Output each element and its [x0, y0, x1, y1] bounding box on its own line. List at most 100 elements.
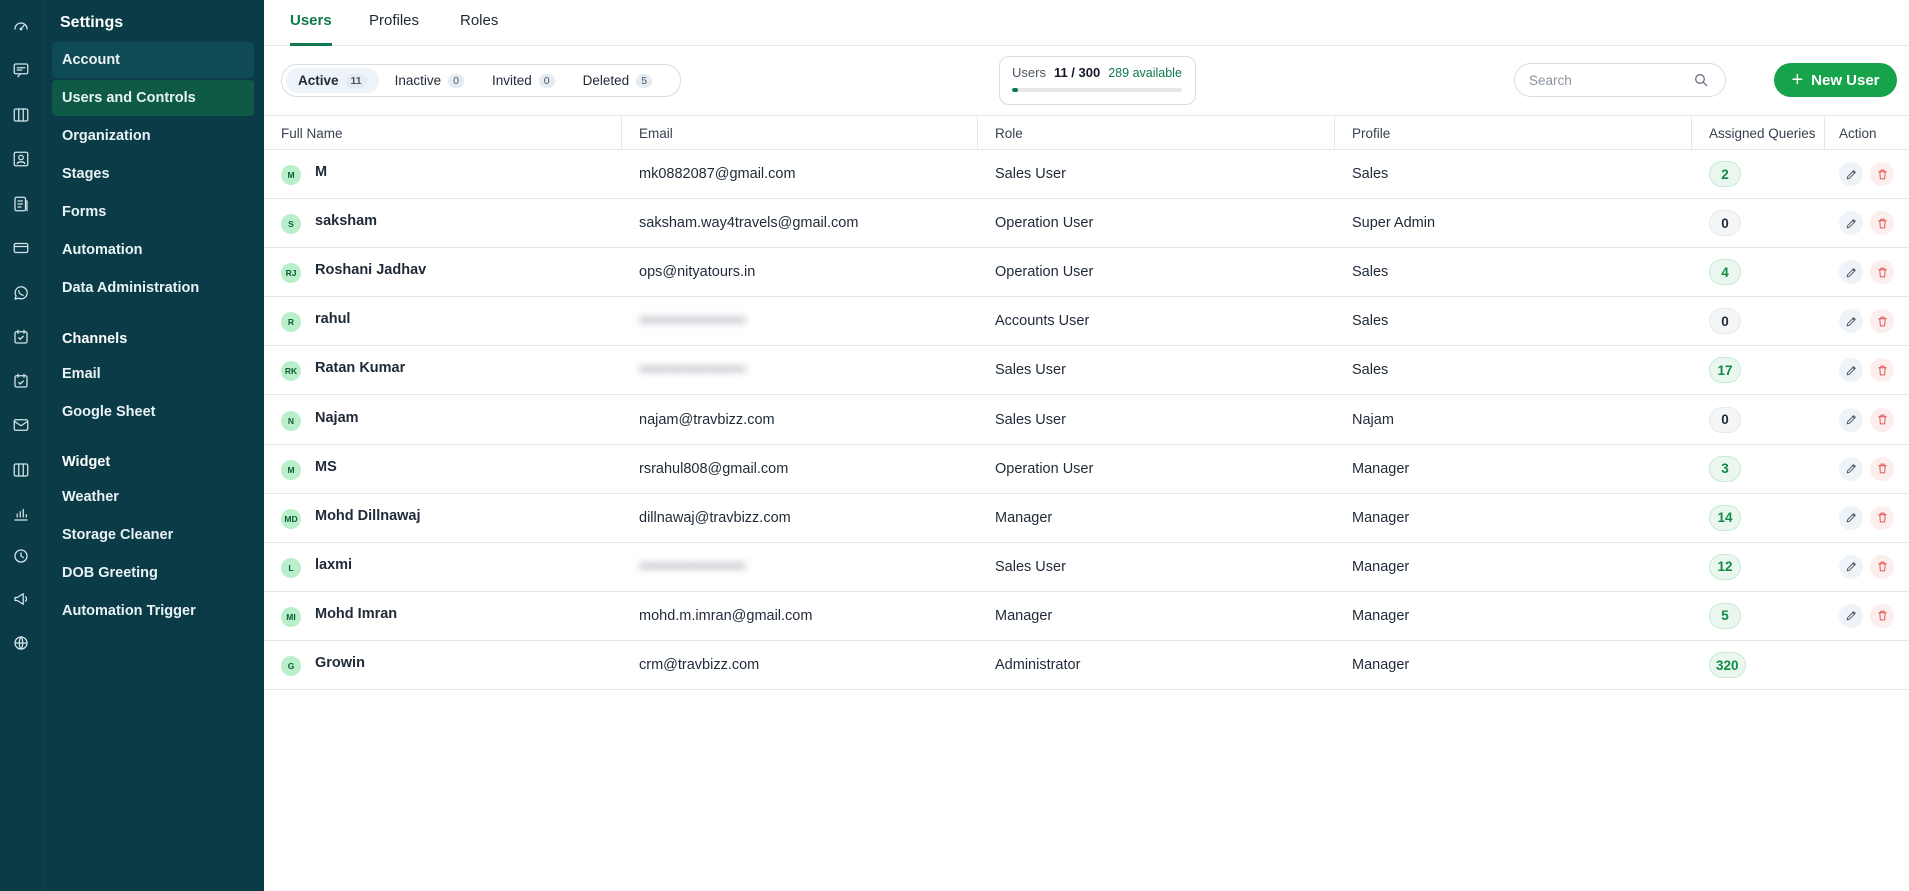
edit-icon[interactable]: [1839, 456, 1863, 481]
table-row[interactable]: M MS rsrahul808@gmail.com Operation User Man…: [264, 445, 1909, 494]
column-email[interactable]: Email: [621, 116, 978, 150]
sidebar-item-dob-greeting[interactable]: DOB Greeting: [52, 555, 254, 591]
sidebar-item-users-and-controls[interactable]: Users and Controls: [52, 80, 254, 116]
user-role: Operation User: [995, 215, 1094, 232]
filter-label: Inactive: [394, 73, 442, 88]
campaign-icon[interactable]: [10, 588, 32, 610]
sidebar-item-google-sheet[interactable]: Google Sheet: [52, 394, 254, 430]
sidebar-item-automation-trigger[interactable]: Automation Trigger: [52, 593, 254, 629]
user-name[interactable]: laxmi: [315, 541, 352, 589]
search-icon[interactable]: [1693, 72, 1709, 88]
map-icon[interactable]: [10, 459, 32, 481]
dashboard-icon[interactable]: [10, 15, 32, 37]
delete-icon[interactable]: [1870, 505, 1894, 530]
filter-invited[interactable]: Invited 0: [480, 68, 567, 93]
user-profile: Manager: [1352, 558, 1410, 575]
delete-icon[interactable]: [1870, 407, 1894, 432]
sidebar-item-email[interactable]: Email: [52, 356, 254, 392]
user-email: •••••••••••••••••••••: [639, 313, 746, 330]
delete-icon[interactable]: [1870, 456, 1894, 481]
filter-label: Invited: [492, 73, 532, 88]
assigned-queries-badge: 0: [1709, 308, 1741, 335]
sidebar-item-stages[interactable]: Stages: [52, 156, 254, 192]
avatar: L: [281, 557, 301, 578]
table-row[interactable]: MD Mohd Dillnawaj dillnawaj@travbizz.com Ma…: [264, 494, 1909, 543]
column-profile[interactable]: Profile: [1334, 116, 1691, 150]
table-row[interactable]: Rrahul ••••••••••••••••••••• Accounts User…: [264, 295, 1909, 347]
edit-icon[interactable]: [1839, 603, 1863, 628]
delete-icon[interactable]: [1870, 603, 1894, 628]
tab-users[interactable]: Users: [290, 12, 332, 46]
table-row[interactable]: RK Ratan Kumar ••••••••••••••••••••• Sales …: [264, 344, 1909, 396]
table-row[interactable]: MI Mohd Imran mohd.m.imran@gmail.com Manage…: [264, 592, 1909, 641]
delete-icon[interactable]: [1870, 211, 1894, 236]
user-name[interactable]: Growin: [315, 639, 365, 687]
edit-icon[interactable]: [1839, 162, 1863, 186]
whatsapp-icon[interactable]: [10, 282, 32, 304]
edit-icon[interactable]: [1839, 505, 1863, 530]
tasks-icon[interactable]: [10, 326, 32, 348]
user-profile: Manager: [1352, 460, 1410, 477]
sidebar-item-automation[interactable]: Automation: [52, 232, 254, 268]
board-icon[interactable]: [10, 104, 32, 126]
avatar: G: [281, 656, 301, 676]
calendar-icon[interactable]: [10, 370, 32, 392]
table-row[interactable]: Ssaksham saksham.way4travels@gmail.com Ope…: [264, 197, 1909, 249]
user-name[interactable]: Mohd Imran: [315, 590, 397, 638]
analytics-icon[interactable]: [10, 503, 32, 525]
table-row[interactable]: N Najam najam@travbizz.com Sales User Najam 0: [264, 396, 1909, 445]
history-icon[interactable]: [10, 545, 32, 567]
column-role[interactable]: Role: [977, 116, 1334, 150]
user-name[interactable]: Najam: [315, 394, 359, 442]
filter-deleted[interactable]: Deleted 5: [571, 68, 664, 93]
sidebar-item-account[interactable]: Account: [52, 42, 254, 78]
delete-icon[interactable]: [1870, 358, 1894, 383]
email-icon[interactable]: [10, 414, 32, 436]
sidebar-item-storage-cleaner[interactable]: Storage Cleaner: [52, 517, 254, 553]
sidebar-item-forms[interactable]: Forms: [52, 194, 254, 230]
chat-icon[interactable]: [10, 59, 32, 81]
sidebar-item-weather[interactable]: Weather: [52, 479, 254, 515]
edit-icon[interactable]: [1839, 260, 1863, 285]
edit-icon[interactable]: [1839, 309, 1863, 334]
table-row[interactable]: G Growin crm@travbizz.com Administrator Mana…: [264, 641, 1909, 690]
delete-icon[interactable]: [1870, 260, 1894, 285]
tab-roles[interactable]: Roles: [460, 12, 498, 43]
edit-icon[interactable]: [1839, 554, 1863, 579]
column-full-name[interactable]: Full Name: [281, 116, 343, 150]
table-row[interactable]: Llaxmi ••••••••••••••••••••• Sales User Man…: [264, 543, 1909, 592]
quota-available: 289 available: [1108, 66, 1182, 80]
reports-icon[interactable]: [10, 193, 32, 215]
sidebar-item-data-administration[interactable]: Data Administration: [52, 270, 254, 306]
delete-icon[interactable]: [1870, 162, 1894, 186]
filter-count: 5: [636, 73, 653, 88]
table-row[interactable]: RJ Roshani Jadhav ops@nityatours.in Operati…: [264, 246, 1909, 298]
user-name[interactable]: M: [315, 148, 327, 196]
user-name[interactable]: Ratan Kumar: [315, 344, 405, 392]
delete-icon[interactable]: [1870, 554, 1894, 579]
globe-icon[interactable]: [10, 632, 32, 654]
edit-icon[interactable]: [1839, 407, 1863, 432]
filter-label: Deleted: [582, 73, 630, 88]
user-name[interactable]: Mohd Dillnawaj: [315, 492, 421, 540]
delete-icon[interactable]: [1870, 309, 1894, 334]
table-row[interactable]: M Mmk0882087@gmail.com Sales User Sales 2: [264, 150, 1909, 199]
edit-icon[interactable]: [1839, 211, 1863, 236]
assigned-queries-badge: 4: [1709, 259, 1741, 286]
avatar: MD: [281, 508, 301, 529]
assigned-queries-badge: 3: [1709, 455, 1741, 482]
filter-inactive[interactable]: Inactive 0: [383, 68, 476, 93]
contacts-icon[interactable]: [10, 148, 32, 170]
edit-icon[interactable]: [1839, 358, 1863, 383]
user-name[interactable]: MS: [315, 443, 337, 491]
column-assigned-queries[interactable]: Assigned Queries: [1691, 116, 1824, 150]
payments-icon[interactable]: [10, 237, 32, 259]
user-profile: Manager: [1352, 657, 1410, 673]
filter-active[interactable]: Active 11: [286, 68, 379, 93]
sidebar-item-organization[interactable]: Organization: [52, 118, 254, 154]
user-name[interactable]: Roshani Jadhav: [315, 246, 426, 294]
tab-profiles[interactable]: Profiles: [369, 12, 419, 43]
new-user-button[interactable]: + New User: [1774, 63, 1897, 97]
user-name[interactable]: rahul: [315, 295, 350, 343]
user-name[interactable]: saksham: [315, 197, 377, 245]
